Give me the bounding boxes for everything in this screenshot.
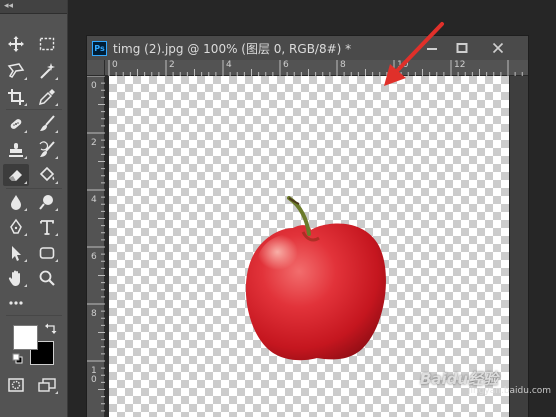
screen-mode-button[interactable] (34, 374, 60, 396)
pen-icon (10, 218, 22, 234)
crop-icon (8, 89, 24, 105)
move-tool[interactable] (3, 33, 29, 55)
watermark-subtext: jingyan.baidu.com (468, 386, 552, 396)
clone-stamp-icon (9, 143, 23, 157)
dodge-icon (39, 195, 53, 210)
ruler-v-label: 4 (91, 195, 97, 205)
ruler-h-label: 0 (112, 60, 118, 70)
ruler-h-label: 6 (283, 60, 289, 70)
tools-panel: ◂◂ (0, 0, 68, 417)
rect-marquee-icon (39, 37, 55, 51)
horizontal-ruler[interactable]: 0 2 4 6 8 10 12 (105, 60, 528, 76)
document-title-bar[interactable]: Ps timg (2).jpg @ 100% (图层 0, RGB/8#) * (87, 36, 528, 60)
rounded-rect-icon (39, 247, 55, 259)
document-title: timg (2).jpg @ 100% (图层 0, RGB/8#) * (113, 41, 352, 56)
ruler-v-label: 1 0 (91, 366, 97, 385)
swap-colors-icon[interactable] (45, 322, 57, 334)
quick-mask-icon (8, 378, 24, 392)
path-select-icon (12, 246, 21, 261)
more-icon (9, 301, 23, 305)
ruler-v-label: 6 (91, 252, 97, 262)
blur-icon (11, 195, 21, 210)
eraser-icon (9, 170, 22, 181)
close-icon (492, 42, 504, 54)
ruler-h-label: 8 (340, 60, 346, 70)
eyedropper-icon (38, 89, 55, 106)
blur-tool[interactable] (3, 191, 29, 213)
marquee-tool[interactable] (34, 33, 60, 55)
pen-tool[interactable] (3, 216, 29, 238)
ruler-v-label: 0 (91, 81, 97, 91)
maximize-icon (456, 43, 468, 53)
ruler-v-label: 8 (91, 309, 97, 319)
eraser-tool[interactable] (3, 164, 29, 186)
hand-icon (8, 270, 20, 286)
tools-divider (6, 109, 62, 110)
clone-stamp-tool[interactable] (3, 139, 29, 161)
type-icon (40, 220, 54, 235)
annotation-arrow-icon (384, 22, 444, 86)
dodge-tool[interactable] (34, 191, 60, 213)
history-brush-icon (39, 141, 55, 157)
apple-image (245, 196, 386, 361)
magic-wand-tool[interactable] (34, 60, 60, 82)
lasso-tool[interactable] (3, 60, 29, 82)
document-window: Ps timg (2).jpg @ 100% (图层 0, RGB/8#) * … (86, 35, 529, 417)
foreground-color-swatch[interactable] (13, 325, 38, 350)
paint-bucket-tool[interactable] (34, 164, 60, 186)
canvas-area[interactable] (105, 76, 528, 417)
ruler-h-label: 12 (454, 60, 466, 70)
ruler-h-label: 4 (226, 60, 232, 70)
eyedropper-tool[interactable] (34, 86, 60, 108)
tools-divider (6, 315, 62, 316)
brush-tool[interactable] (34, 113, 60, 135)
tools-divider (6, 188, 62, 189)
lasso-icon (7, 63, 25, 78)
history-brush-tool[interactable] (34, 139, 60, 161)
shape-tool[interactable] (34, 242, 60, 264)
healing-brush-icon (10, 119, 22, 129)
close-button[interactable] (484, 36, 512, 60)
quick-mask-button[interactable] (3, 374, 29, 396)
magic-wand-icon (40, 63, 55, 79)
move-icon (8, 36, 24, 52)
ruler-h-label: 2 (169, 60, 175, 70)
ruler-origin[interactable] (87, 60, 105, 76)
path-selection-tool[interactable] (3, 242, 29, 264)
maximize-button[interactable] (448, 36, 476, 60)
ruler-v-label: 2 (91, 138, 97, 148)
zoom-icon (39, 270, 55, 286)
crop-tool[interactable] (3, 86, 29, 108)
brush-icon (40, 115, 55, 131)
vertical-ruler[interactable]: 0 2 4 6 8 1 0 (87, 76, 105, 417)
paint-bucket-icon (39, 166, 55, 182)
transparent-canvas[interactable] (109, 76, 509, 417)
type-tool[interactable] (34, 216, 60, 238)
default-colors-icon[interactable] (12, 353, 23, 364)
collapse-icon[interactable]: ◂◂ (4, 1, 13, 11)
tools-panel-header[interactable]: ◂◂ (0, 0, 67, 14)
zoom-tool[interactable] (34, 267, 60, 289)
edit-toolbar-button[interactable] (3, 292, 29, 314)
healing-brush-tool[interactable] (3, 113, 29, 135)
vertical-scrollbar[interactable] (510, 76, 528, 417)
screen-mode-icon (38, 378, 56, 392)
hand-tool[interactable] (3, 267, 29, 289)
photoshop-logo-icon: Ps (92, 40, 107, 56)
